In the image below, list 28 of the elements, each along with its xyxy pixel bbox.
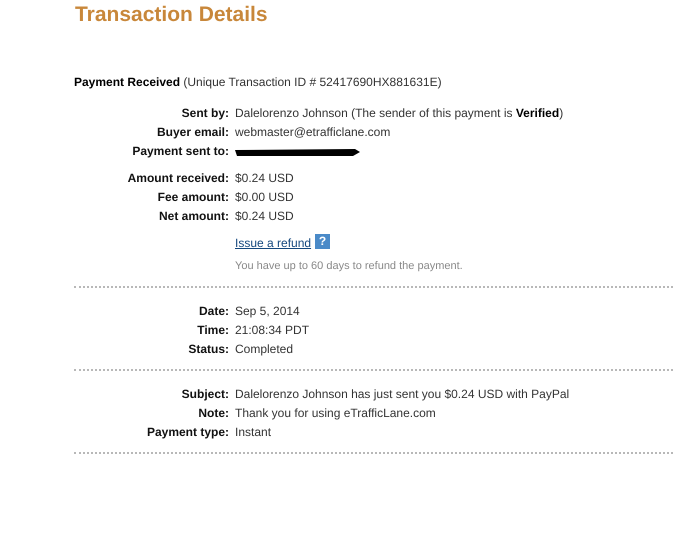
- field-label: Sent by:: [180, 105, 230, 122]
- field-label: Net amount:: [158, 208, 230, 225]
- field-value: Thank you for using eTrafficLane.com: [235, 405, 436, 422]
- field-label: Date:: [198, 303, 230, 320]
- field-label: Payment sent to:: [131, 143, 230, 160]
- field-label: Note:: [197, 405, 230, 422]
- help-icon[interactable]: ?: [315, 234, 330, 249]
- field-value: Dalelorenzo Johnson has just sent you $0.24 USD with PayPal: [235, 386, 570, 403]
- field-value: Dalelorenzo Johnson (The sender of this payment is Verified): [235, 105, 564, 122]
- field-label: Time:: [196, 322, 230, 339]
- field-value: $0.24 USD: [235, 208, 294, 225]
- field-value: Instant: [235, 424, 272, 441]
- field-value: $0.00 USD: [235, 189, 294, 206]
- payment-header: Payment Received (Unique Transaction ID # 52417690HX881631E): [74, 74, 443, 90]
- field-label: Status:: [187, 341, 230, 358]
- field-value: 21:08:34 PDT: [235, 322, 310, 339]
- field-label: Amount received:: [126, 170, 230, 187]
- refund-note: You have up to 60 days to refund the payment.: [235, 259, 463, 274]
- field-value: Completed: [235, 341, 294, 358]
- field-value: Sep 5, 2014: [235, 303, 300, 320]
- field-label: Payment type:: [146, 424, 230, 441]
- field-value: webmaster@etrafficlane.com: [235, 124, 390, 141]
- page-title: Transaction Details: [74, 2, 269, 28]
- field-label: Fee amount:: [156, 189, 230, 206]
- field-label: Buyer email:: [156, 124, 230, 141]
- field-value: $0.24 USD: [235, 170, 294, 187]
- field-label: Subject:: [180, 386, 230, 403]
- refund-link[interactable]: Issue a refund: [235, 234, 312, 253]
